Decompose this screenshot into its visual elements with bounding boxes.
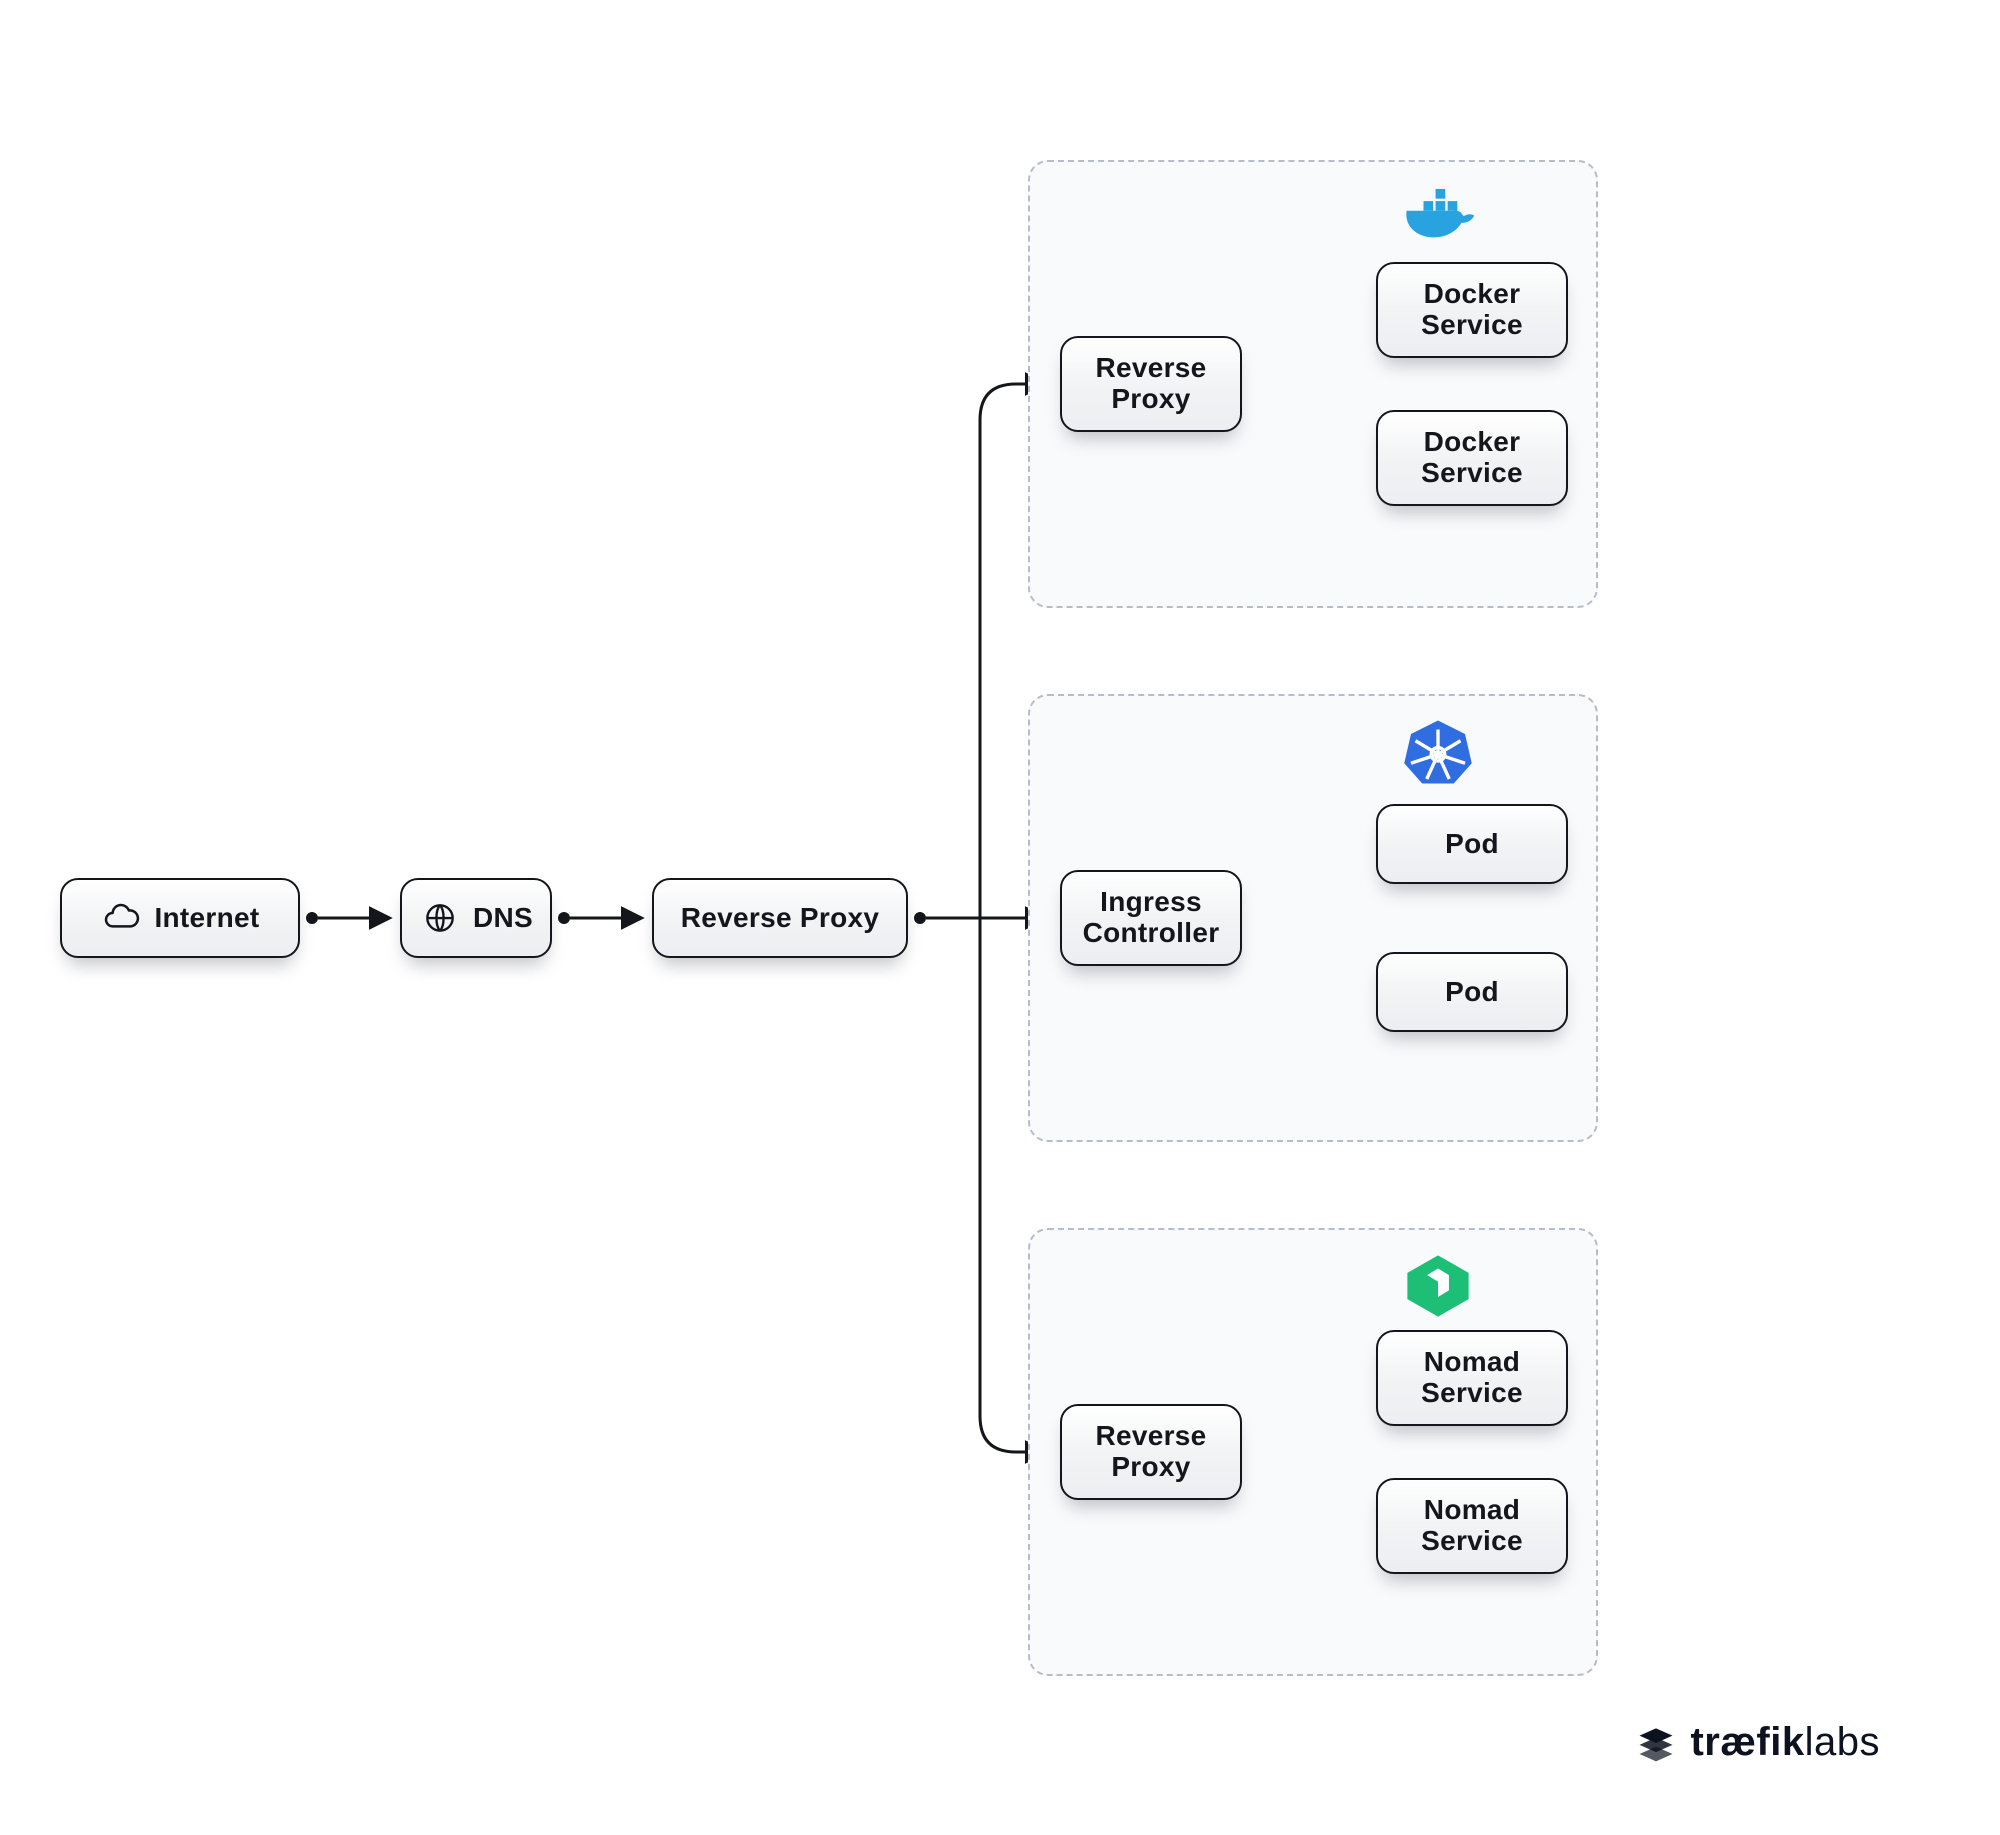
node-pod-2-label: Pod (1445, 977, 1499, 1008)
node-docker-proxy: Reverse Proxy (1060, 336, 1242, 432)
brand-text: træfiklabs (1690, 1720, 1880, 1765)
node-internet-label: Internet (154, 903, 259, 934)
docker-icon (1398, 178, 1478, 258)
diagram-canvas: Internet DNS Reverse Proxy Reverse Proxy… (0, 0, 2000, 1835)
node-nomad-service-2: Nomad Service (1376, 1478, 1568, 1574)
node-nomad-proxy: Reverse Proxy (1060, 1404, 1242, 1500)
node-docker-service-1-label: Docker Service (1421, 279, 1523, 341)
node-ingress-controller-label: Ingress Controller (1083, 887, 1220, 949)
node-nomad-service-1-label: Nomad Service (1421, 1347, 1523, 1409)
node-pod-1: Pod (1376, 804, 1568, 884)
nomad-icon (1398, 1246, 1478, 1326)
node-docker-service-2: Docker Service (1376, 410, 1568, 506)
brand-logo: træfiklabs (1634, 1720, 1880, 1765)
node-nomad-service-2-label: Nomad Service (1421, 1495, 1523, 1557)
node-pod-2: Pod (1376, 952, 1568, 1032)
node-reverse-proxy-main-label: Reverse Proxy (681, 903, 879, 934)
node-docker-service-1: Docker Service (1376, 262, 1568, 358)
cloud-icon (100, 897, 142, 939)
node-nomad-proxy-label: Reverse Proxy (1095, 1421, 1206, 1483)
node-dns: DNS (400, 878, 552, 958)
node-pod-1-label: Pod (1445, 829, 1499, 860)
node-reverse-proxy-main: Reverse Proxy (652, 878, 908, 958)
brand-text-light: labs (1805, 1720, 1880, 1765)
globe-icon (419, 897, 461, 939)
node-ingress-controller: Ingress Controller (1060, 870, 1242, 966)
kubernetes-icon (1398, 712, 1478, 792)
node-docker-service-2-label: Docker Service (1421, 427, 1523, 489)
traefik-mark-icon (1634, 1721, 1678, 1765)
connectors (0, 0, 2000, 1835)
node-nomad-service-1: Nomad Service (1376, 1330, 1568, 1426)
brand-text-bold: træfik (1690, 1720, 1804, 1765)
node-internet: Internet (60, 878, 300, 958)
node-dns-label: DNS (473, 903, 533, 934)
node-docker-proxy-label: Reverse Proxy (1095, 353, 1206, 415)
